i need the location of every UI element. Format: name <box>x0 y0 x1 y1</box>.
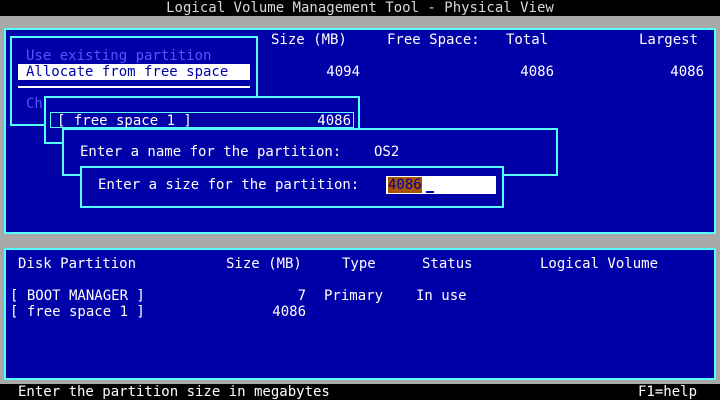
disk-largest-value: 4086 <box>670 64 704 80</box>
help-key-hint[interactable]: F1=help <box>638 384 697 400</box>
partition-name-value[interactable]: OS2 <box>374 144 399 160</box>
menu-separator <box>18 86 250 88</box>
free-space-item[interactable]: [ free space 1 ] 4086 <box>50 112 354 129</box>
logical-volume-column-header: Logical Volume <box>540 256 659 272</box>
total-column-header: Total <box>506 32 549 48</box>
size-column-header: Size (MB) <box>226 256 302 272</box>
text-cursor <box>426 191 434 193</box>
free-space-size: 4086 <box>317 113 351 129</box>
partition-size-dialog: Enter a size for the partition: 4086 <box>80 166 504 208</box>
partition-size: 7 <box>297 288 306 304</box>
free-space-column-header: Free Space: <box>387 32 480 48</box>
partition-row-boot-manager[interactable]: [ BOOT MANAGER ] 7 Primary In use <box>10 288 710 304</box>
status-hint: Enter the partition size in megabytes <box>18 384 330 400</box>
partition-size-value: 4086 <box>388 177 422 193</box>
disk-size-value: 4094 <box>326 64 360 80</box>
size-column-header: Size (MB) <box>271 32 347 48</box>
partition-size: 4086 <box>272 304 306 320</box>
partition-name: [ free space 1 ] <box>10 304 145 320</box>
partition-name: [ BOOT MANAGER ] <box>10 288 145 304</box>
disk-total-value: 4086 <box>520 64 554 80</box>
partition-name-prompt: Enter a name for the partition: <box>80 144 342 160</box>
partition-status: In use <box>416 288 467 304</box>
disk-partition-column-header: Disk Partition <box>18 256 137 272</box>
free-space-label: [ free space 1 ] <box>57 113 192 129</box>
status-column-header: Status <box>422 256 473 272</box>
partition-list-panel: Disk Partition Size (MB) Type Status Log… <box>4 248 716 380</box>
menu-item-use-existing-partition[interactable]: Use existing partition <box>26 48 211 64</box>
menu-item-allocate-from-free-space[interactable]: Allocate from free space <box>18 64 250 80</box>
title-bar: Logical Volume Management Tool - Physica… <box>0 0 720 16</box>
app-title: Logical Volume Management Tool - Physica… <box>166 0 554 16</box>
status-bar: Enter the partition size in megabytes F1… <box>0 384 720 400</box>
partition-type: Primary <box>324 288 384 304</box>
partition-size-prompt: Enter a size for the partition: <box>98 177 360 193</box>
type-column-header: Type <box>342 256 376 272</box>
partition-size-input[interactable]: 4086 <box>386 176 496 194</box>
partition-row-free-space[interactable]: [ free space 1 ] 4086 <box>10 304 710 320</box>
menu-item-partial[interactable]: Ch <box>26 96 43 112</box>
largest-column-header: Largest <box>639 32 699 48</box>
